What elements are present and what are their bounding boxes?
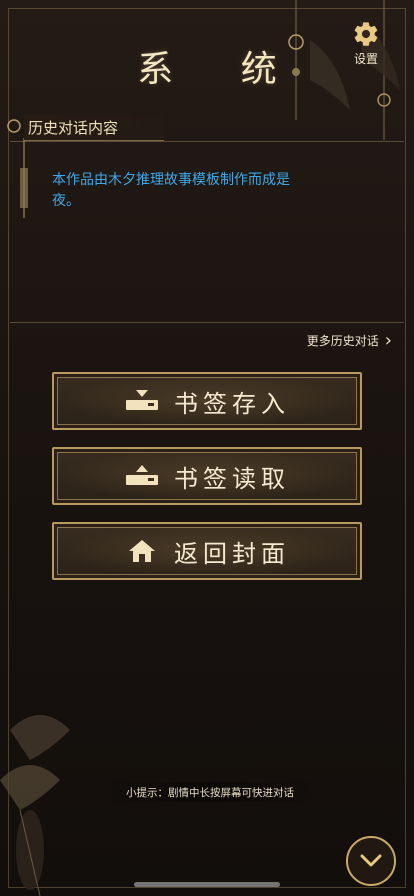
chevron-down-icon <box>360 854 382 867</box>
bookmark-save-icon <box>124 388 160 414</box>
tip-text: 小提示：剧情中长按屏幕可快进对话 <box>100 782 320 802</box>
chevron-right-icon: › <box>384 330 392 351</box>
settings-label: 设置 <box>353 52 378 66</box>
history-dialog-box[interactable] <box>10 141 404 323</box>
settings-button[interactable]: 设置 <box>342 20 390 70</box>
load-bookmark-button[interactable]: 书签读取 <box>52 447 362 505</box>
save-bookmark-button[interactable]: 书签存入 <box>52 372 362 430</box>
home-icon <box>124 538 160 564</box>
bookmark-load-icon <box>124 463 160 489</box>
home-indicator <box>134 882 280 887</box>
return-cover-label: 返回封面 <box>174 539 290 568</box>
history-dialog-text: 本作品由木夕推理故事模板制作而成是夜。 <box>52 172 290 209</box>
more-history-link[interactable]: 更多历史对话 › <box>307 330 392 351</box>
gear-icon <box>354 22 378 46</box>
load-bookmark-label: 书签读取 <box>174 464 290 493</box>
collapse-button[interactable] <box>346 836 396 886</box>
save-bookmark-label: 书签存入 <box>174 389 290 418</box>
more-history-label: 更多历史对话 <box>306 334 379 348</box>
return-cover-button[interactable]: 返回封面 <box>52 522 362 580</box>
history-section-tag: 历史对话内容 <box>24 115 164 141</box>
